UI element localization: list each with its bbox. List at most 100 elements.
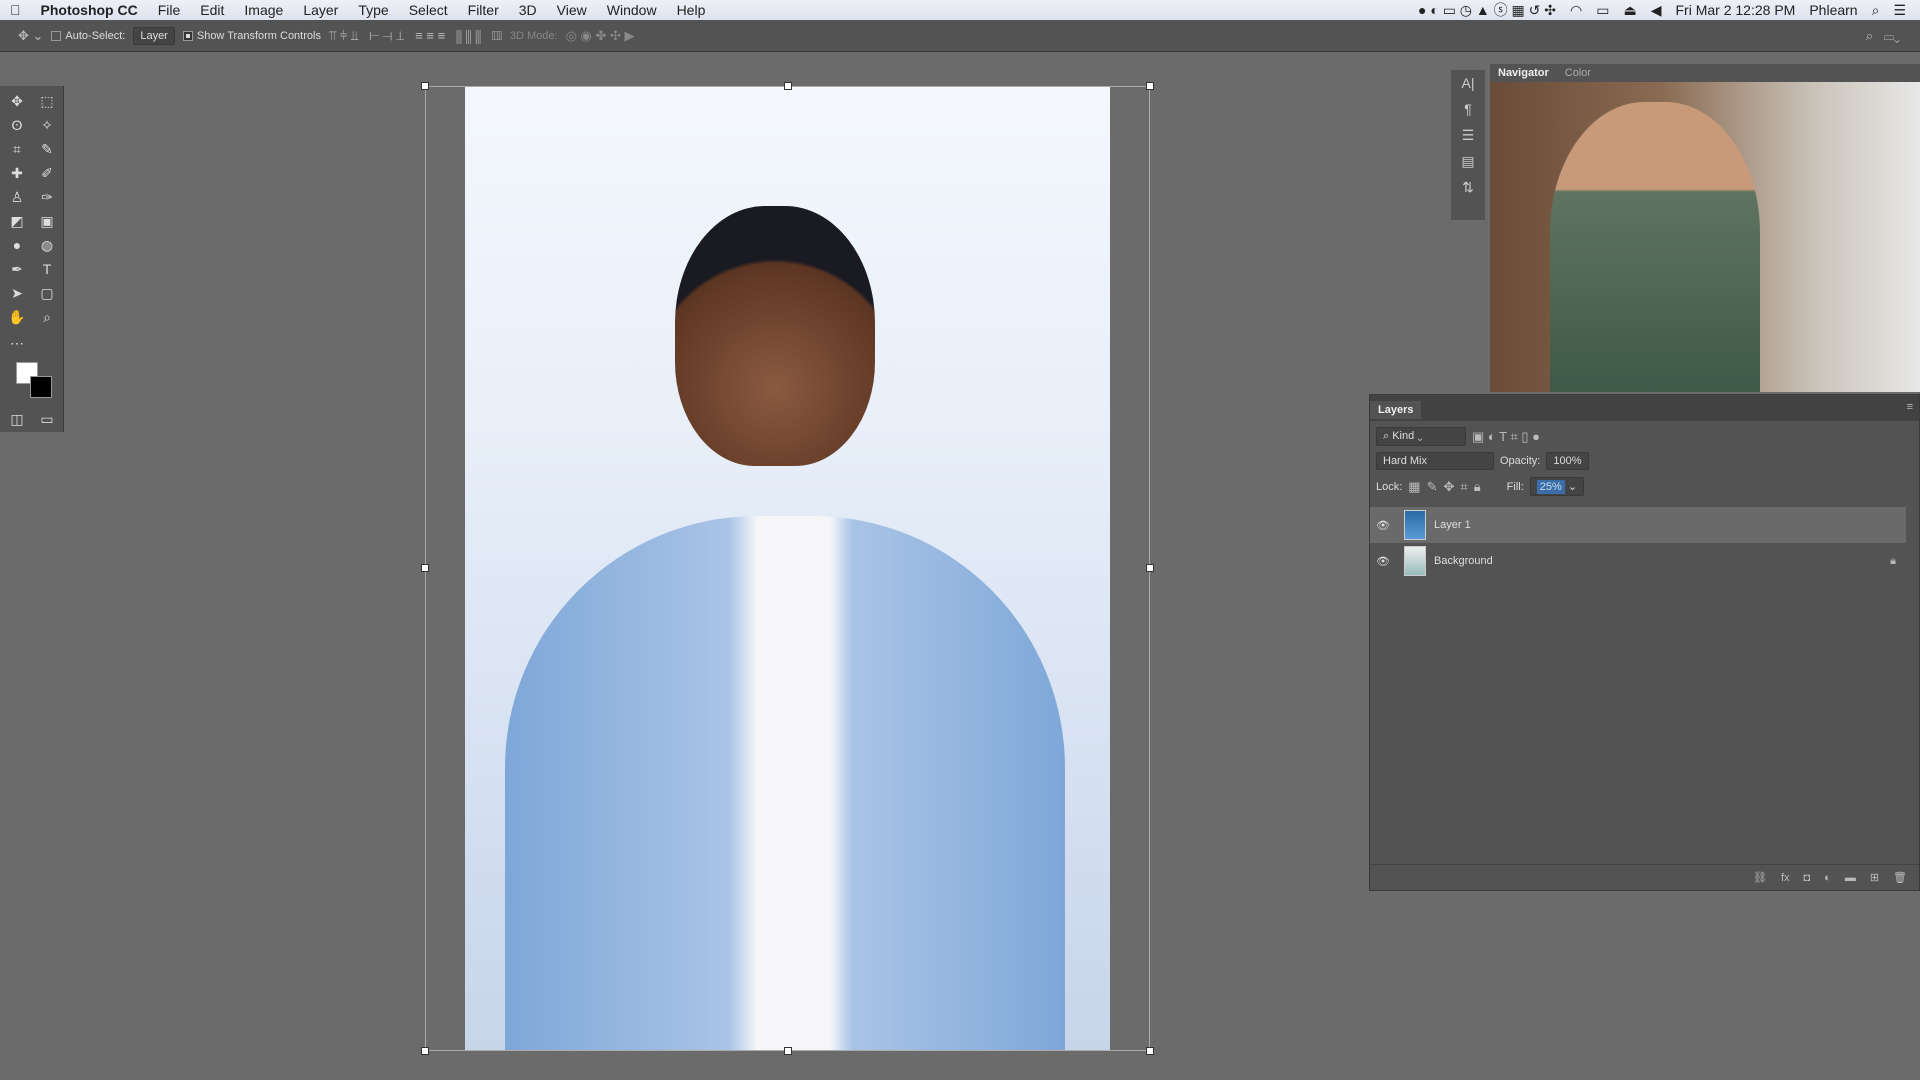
layer-row[interactable]: 👁︎ Layer 1 xyxy=(1370,507,1906,543)
background-color-swatch[interactable] xyxy=(30,376,52,398)
lock-paint-icon[interactable]: ✎ xyxy=(1427,479,1438,495)
shape-tool-icon[interactable]: ▢ xyxy=(36,282,58,304)
type-tool-icon[interactable]: T xyxy=(36,258,58,280)
filter-type-icons[interactable]: ▣ ◐ T ⌗ ▯ ● xyxy=(1472,429,1540,445)
screen-mode-icon[interactable]: ▭ xyxy=(36,408,58,430)
menu-3d[interactable]: 3D xyxy=(509,2,547,18)
transform-handle[interactable] xyxy=(1146,82,1154,90)
hand-tool-icon[interactable]: ✋ xyxy=(6,306,28,328)
paragraph-panel-icon[interactable]: ¶ xyxy=(1451,96,1485,122)
blur-tool-icon[interactable]: ● xyxy=(6,234,28,256)
adjustment-layer-icon[interactable]: ◐ xyxy=(1824,872,1831,884)
gradient-icon[interactable]: ▣ xyxy=(36,210,58,232)
3d-mode-icons[interactable]: ◎ ◉ ✤ ✣ ▶ xyxy=(566,28,635,44)
dodge-tool-icon[interactable]: ◍ xyxy=(36,234,58,256)
panel-menu-icon[interactable]: ≡ xyxy=(1907,401,1913,413)
quick-mask-icon[interactable]: ◫ xyxy=(6,408,28,430)
magic-wand-icon[interactable]: ✧ xyxy=(36,114,58,136)
pen-tool-icon[interactable]: ✒ xyxy=(6,258,28,280)
layer-row[interactable]: 👁︎ Background 🔒︎ xyxy=(1370,543,1906,579)
menu-image[interactable]: Image xyxy=(234,2,293,18)
show-transform-checkbox[interactable]: Show Transform Controls xyxy=(182,29,321,42)
transform-handle[interactable] xyxy=(421,1047,429,1055)
healing-brush-icon[interactable]: ✚ xyxy=(6,162,28,184)
transform-handle[interactable] xyxy=(784,1047,792,1055)
airplay-icon[interactable]: ▭ xyxy=(1596,2,1609,19)
more-tools-icon[interactable]: ⋯ xyxy=(6,332,28,354)
character-panel-icon[interactable]: A| xyxy=(1451,70,1485,96)
opacity-label: Opacity: xyxy=(1500,455,1541,467)
notification-icon[interactable]: ☰ xyxy=(1893,2,1906,19)
menu-file[interactable]: File xyxy=(148,2,191,18)
lasso-tool-icon[interactable]: ʘ xyxy=(6,114,28,136)
transform-handle[interactable] xyxy=(1146,564,1154,572)
search-workspace-icons[interactable]: ⌕ ▭⌄ xyxy=(1866,28,1920,44)
path-select-icon[interactable]: ➤ xyxy=(6,282,28,304)
wifi-icon[interactable]: ◠ xyxy=(1570,2,1582,19)
layers-panel-title[interactable]: Layers xyxy=(1370,401,1422,419)
fill-field[interactable]: 25% xyxy=(1536,480,1565,494)
move-tool-icon[interactable]: ✥ xyxy=(6,90,28,112)
tab-color[interactable]: Color xyxy=(1557,64,1599,82)
menu-view[interactable]: View xyxy=(547,2,597,18)
move-tool-icon[interactable]: ✥ ⌄ xyxy=(18,28,43,44)
transform-bounding-box[interactable] xyxy=(421,82,1154,1055)
new-layer-icon[interactable]: ⊞ xyxy=(1870,871,1879,884)
eyedropper-icon[interactable]: ✎ xyxy=(36,138,58,160)
lock-artboard-icon[interactable]: ⌗ xyxy=(1460,479,1467,495)
show-transform-label: Show Transform Controls xyxy=(196,29,321,42)
lock-transparent-icon[interactable]: ▦ xyxy=(1408,479,1420,495)
tab-navigator[interactable]: Navigator xyxy=(1490,64,1557,82)
layer-name[interactable]: Layer 1 xyxy=(1434,519,1471,531)
libraries-panel-icon[interactable]: ⇅ xyxy=(1451,174,1485,200)
layers-panel: Layers ≡ ⌕ Kind ⌄ ▣ ◐ T ⌗ ▯ ● Hard Mix Op… xyxy=(1369,394,1920,891)
menu-bar:  Photoshop CC File Edit Image Layer Typ… xyxy=(0,0,1920,20)
eject-icon[interactable]: ⏏ xyxy=(1623,2,1636,19)
auto-select-checkbox[interactable]: Auto-Select: xyxy=(51,30,125,42)
transform-handle[interactable] xyxy=(1146,1047,1154,1055)
new-group-icon[interactable]: ▬ xyxy=(1845,872,1856,884)
visibility-eye-icon[interactable]: 👁︎ xyxy=(1370,519,1396,532)
opacity-field[interactable]: 100% xyxy=(1546,452,1589,470)
menu-type[interactable]: Type xyxy=(348,2,398,18)
layer-name[interactable]: Background xyxy=(1434,555,1493,567)
volume-icon[interactable]: ◀ xyxy=(1651,2,1662,19)
brush-tool-icon[interactable]: ✐ xyxy=(36,162,58,184)
lock-position-icon[interactable]: ✥ xyxy=(1444,479,1455,495)
menu-help[interactable]: Help xyxy=(667,2,716,18)
3d-mode-label: 3D Mode: xyxy=(509,29,558,42)
options-bar: ✥ ⌄ Auto-Select: Layer Show Transform Co… xyxy=(0,20,1920,52)
add-mask-icon[interactable]: ◘ xyxy=(1804,872,1811,884)
auto-select-dropdown[interactable]: Layer xyxy=(133,26,175,45)
status-icons[interactable]: ● ◐ ▭ ◷ ▲ ⓢ ▦ ↺ ✣ xyxy=(1418,0,1556,20)
user-name[interactable]: Phlearn xyxy=(1809,2,1857,18)
transform-handle[interactable] xyxy=(784,82,792,90)
lock-all-icon[interactable]: 🔒︎ xyxy=(1474,479,1481,495)
history-brush-icon[interactable]: ✑ xyxy=(36,186,58,208)
marquee-tool-icon[interactable]: ⬚ xyxy=(36,90,58,112)
zoom-tool-icon[interactable]: ⌕ xyxy=(36,306,58,328)
app-menu[interactable]: Photoshop CC xyxy=(31,2,148,18)
spotlight-icon[interactable]: ⌕ xyxy=(1872,2,1880,19)
crop-tool-icon[interactable]: ⌗ xyxy=(6,138,28,160)
menu-window[interactable]: Window xyxy=(597,2,667,18)
clock[interactable]: Fri Mar 2 12:28 PM xyxy=(1676,2,1796,18)
transform-handle[interactable] xyxy=(421,564,429,572)
menu-select[interactable]: Select xyxy=(399,2,458,18)
apple-icon[interactable]:  xyxy=(0,2,31,18)
align-icons[interactable]: ⫪ ⫩ ⫫ ⊢ ⊣ ⊥ ≡ ≡ ≡ ⫼ ⫼ ⫼ ▥ xyxy=(329,28,502,44)
stamp-tool-icon[interactable]: ♙ xyxy=(6,186,28,208)
menu-filter[interactable]: Filter xyxy=(458,2,509,18)
menu-layer[interactable]: Layer xyxy=(293,2,348,18)
link-layers-icon[interactable]: ⛓ xyxy=(1753,871,1767,884)
transform-handle[interactable] xyxy=(421,82,429,90)
blend-mode-dropdown[interactable]: Hard Mix xyxy=(1376,452,1494,470)
filter-kind-dropdown[interactable]: ⌕ Kind ⌄ xyxy=(1376,427,1466,446)
eraser-icon[interactable]: ◩ xyxy=(6,210,28,232)
visibility-eye-icon[interactable]: 👁︎ xyxy=(1370,555,1396,568)
menu-edit[interactable]: Edit xyxy=(190,2,234,18)
fx-icon[interactable]: fx xyxy=(1781,872,1790,884)
adjustments-panel-icon[interactable]: ▤ xyxy=(1451,148,1485,174)
properties-panel-icon[interactable]: ☰ xyxy=(1451,122,1485,148)
delete-layer-icon[interactable]: 🗑︎ xyxy=(1893,871,1907,884)
